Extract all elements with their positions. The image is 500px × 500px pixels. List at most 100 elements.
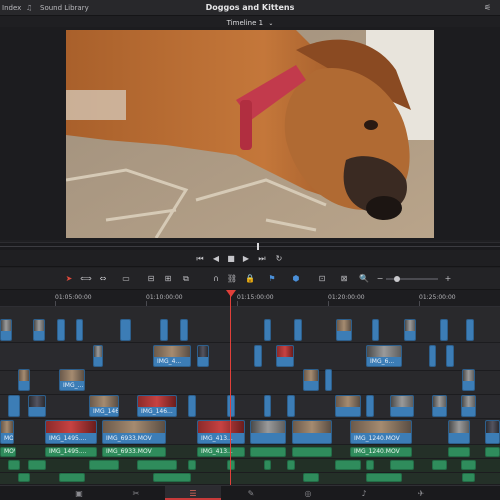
fairlight-page-icon[interactable]: ♪ xyxy=(357,488,371,499)
trim-tool-icon[interactable]: ⟺ xyxy=(80,273,92,284)
video-clip[interactable] xyxy=(466,319,474,341)
video-clip[interactable]: IMG_413... xyxy=(197,420,245,444)
marker-icon[interactable]: ⬢ xyxy=(290,273,302,284)
video-clip[interactable]: IMG_6... xyxy=(366,345,402,367)
viewer-scrubber[interactable] xyxy=(0,242,500,250)
audio-clip[interactable]: MOV xyxy=(0,447,16,457)
audio-clip[interactable]: IMG_6933.MOV xyxy=(102,447,166,457)
snapping-icon[interactable]: ∩ xyxy=(210,273,222,284)
audio-clip[interactable]: IMG_1240.MOV xyxy=(350,447,412,457)
video-clip[interactable] xyxy=(287,395,295,417)
viewer-frame[interactable] xyxy=(66,30,434,238)
video-clip[interactable] xyxy=(335,395,361,417)
audio-clip[interactable] xyxy=(89,460,119,470)
audio-clip[interactable] xyxy=(432,460,447,470)
video-clip[interactable]: IMG_146... xyxy=(137,395,177,417)
video-clip[interactable] xyxy=(254,345,262,367)
play-icon[interactable]: ▶ xyxy=(240,253,252,264)
video-clip[interactable]: IMG_6933.MOV xyxy=(102,420,166,444)
scrubber-playhead[interactable] xyxy=(257,243,259,250)
audio-clip[interactable]: IMG_413... xyxy=(197,447,245,457)
playhead-handle[interactable] xyxy=(226,290,236,297)
video-clip[interactable] xyxy=(429,345,436,367)
video-clip[interactable] xyxy=(28,395,46,417)
audio-clip[interactable] xyxy=(448,447,470,457)
video-clip[interactable] xyxy=(336,319,352,341)
stop-icon[interactable]: ■ xyxy=(225,253,237,264)
video-clip[interactable] xyxy=(461,395,476,417)
audio-clip[interactable] xyxy=(264,460,271,470)
cut-page-icon[interactable]: ✂ xyxy=(129,488,143,499)
video-clip[interactable] xyxy=(33,319,45,341)
video-clip[interactable] xyxy=(57,319,65,341)
zoom-in-icon[interactable]: + xyxy=(442,273,454,284)
loop-icon[interactable]: ↻ xyxy=(273,253,285,264)
audio-clip[interactable] xyxy=(188,460,196,470)
audio-clip[interactable]: IMG_1495.... xyxy=(45,447,97,457)
settings-sliders-icon[interactable]: ⚟ xyxy=(484,3,491,12)
video-clip[interactable] xyxy=(404,319,416,341)
flag-icon[interactable]: ⚑ xyxy=(266,273,278,284)
insert-clip-icon[interactable]: ⊟ xyxy=(145,273,157,284)
audio-clip[interactable] xyxy=(250,447,286,457)
skip-to-start-icon[interactable]: ⏮ xyxy=(194,253,206,264)
audio-clip[interactable] xyxy=(292,447,332,457)
blade-tool-icon[interactable]: ▭ xyxy=(120,273,132,284)
audio-clip[interactable] xyxy=(28,460,46,470)
video-clip[interactable] xyxy=(276,345,294,367)
zoom-out-icon[interactable]: − xyxy=(374,273,386,284)
zoom-slider[interactable] xyxy=(386,276,438,282)
video-clip[interactable] xyxy=(462,369,475,391)
audio-clip[interactable] xyxy=(287,460,295,470)
video-clip[interactable] xyxy=(264,395,271,417)
replace-clip-icon[interactable]: ⧉ xyxy=(180,273,192,284)
video-clip[interactable] xyxy=(227,395,235,417)
video-clip[interactable] xyxy=(432,395,447,417)
video-clip[interactable] xyxy=(294,319,302,341)
dynamic-trim-icon[interactable]: ⇔ xyxy=(97,273,109,284)
video-clip[interactable] xyxy=(440,319,448,341)
timeline-selector[interactable]: Timeline 1 ⌄ xyxy=(0,19,500,27)
audio-clip[interactable] xyxy=(227,460,235,470)
zoom-full-icon[interactable]: ⊡ xyxy=(316,273,328,284)
video-clip[interactable] xyxy=(264,319,271,341)
video-clip[interactable] xyxy=(93,345,103,367)
edit-page-icon[interactable]: ☰ xyxy=(186,488,200,499)
video-clip[interactable] xyxy=(76,319,83,341)
audio-clip[interactable] xyxy=(303,473,319,482)
video-clip[interactable] xyxy=(18,369,30,391)
zoom-custom-icon[interactable]: 🔍 xyxy=(358,273,370,284)
video-clip[interactable] xyxy=(160,319,168,341)
linked-selection-icon[interactable]: ⛓ xyxy=(226,273,238,284)
video-clip[interactable] xyxy=(188,395,196,417)
audio-clip[interactable] xyxy=(59,473,85,482)
audio-clip[interactable] xyxy=(462,473,475,482)
video-clip[interactable] xyxy=(448,420,470,444)
video-clip[interactable] xyxy=(120,319,131,341)
video-clip[interactable] xyxy=(325,369,332,391)
zoom-detail-icon[interactable]: ⊠ xyxy=(338,273,350,284)
video-clip[interactable] xyxy=(372,319,379,341)
video-clip[interactable] xyxy=(446,345,454,367)
video-clip[interactable] xyxy=(485,420,500,444)
video-clip[interactable]: IMG_... xyxy=(59,369,85,391)
video-clip[interactable] xyxy=(0,319,12,341)
video-clip[interactable]: MOV xyxy=(0,420,14,444)
audio-clip[interactable] xyxy=(366,460,374,470)
selection-arrow-icon[interactable]: ➤ xyxy=(63,273,75,284)
video-clip[interactable]: IMG_1495.... xyxy=(45,420,97,444)
timeline-playhead[interactable] xyxy=(230,290,231,485)
video-clip[interactable] xyxy=(390,395,414,417)
step-back-icon[interactable]: ◀ xyxy=(210,253,222,264)
video-clip[interactable]: IMG_146... xyxy=(89,395,119,417)
video-clip[interactable]: IMG_4... xyxy=(153,345,191,367)
position-lock-icon[interactable]: 🔒 xyxy=(244,273,256,284)
video-clip[interactable] xyxy=(292,420,332,444)
color-page-icon[interactable]: ◎ xyxy=(301,488,315,499)
skip-to-end-icon[interactable]: ⏭ xyxy=(256,253,268,264)
video-clip[interactable] xyxy=(303,369,319,391)
video-clip[interactable] xyxy=(366,395,374,417)
video-clip[interactable] xyxy=(250,420,286,444)
timeline-ruler[interactable]: 01:05:00:00 01:10:00:00 01:15:00:00 01:2… xyxy=(0,290,500,307)
audio-clip[interactable] xyxy=(485,447,500,457)
